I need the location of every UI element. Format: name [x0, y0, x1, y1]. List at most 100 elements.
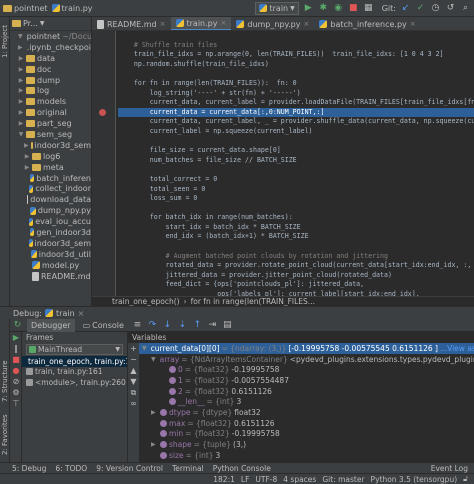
close-icon[interactable]: ×: [410, 20, 416, 28]
remove-watch-icon[interactable]: −: [128, 354, 139, 365]
debug-config-name[interactable]: train: [56, 309, 75, 318]
variable-row[interactable]: ▼ array = {NdArrayItemsContainer} <pydevd_p…: [128, 354, 474, 365]
stack-frame[interactable]: <module>, train.py:260: [22, 377, 127, 388]
variable-row[interactable]: ▶ dtype = {dtype} float32: [128, 407, 474, 418]
variable-row[interactable]: min = {float32} -0.19995758: [128, 429, 474, 440]
lock-icon[interactable]: 🔓︎: [463, 474, 468, 484]
thread-select[interactable]: MainThread ▼: [26, 344, 123, 355]
variable-row[interactable]: ▼ current_data[0][0] = {ndarray: (3,)} [-0.…: [128, 343, 474, 354]
tree-item[interactable]: README.md: [10, 271, 91, 282]
settings-icon[interactable]: ⚙: [10, 387, 22, 398]
tab-console[interactable]: ▭ Console: [79, 319, 128, 332]
tree-item[interactable]: ▼ sem_seg: [10, 129, 91, 140]
search-icon[interactable]: ⌕: [460, 3, 471, 14]
editor-tab[interactable]: train.py ×: [170, 17, 232, 30]
variable-row[interactable]: 1 = {float32} -0.0057554487: [128, 375, 474, 386]
stack-frame[interactable]: train, train.py:161: [22, 367, 127, 378]
stop-icon[interactable]: ■: [10, 354, 22, 365]
tree-item[interactable]: ▶ log6: [10, 151, 91, 162]
step-into-my-code-icon[interactable]: ⇣: [177, 320, 188, 331]
favorites-tool-tab[interactable]: 2: Favorites: [0, 412, 10, 457]
expand-arrow-icon[interactable]: ▼: [142, 345, 147, 352]
view-as-array-link[interactable]: ...View as Array: [440, 344, 474, 353]
resume-icon[interactable]: ▶: [10, 332, 22, 343]
tree-item[interactable]: ▶ dump: [10, 75, 91, 86]
tree-item[interactable]: eval_iou_accu: [10, 216, 91, 227]
event-log-button[interactable]: Event Log: [431, 464, 474, 473]
git-branch[interactable]: Git: master: [322, 475, 364, 484]
breadcrumb-project[interactable]: pointnet: [3, 4, 48, 13]
python-interpreter[interactable]: Python 3.5 (tensorgpu): [371, 475, 458, 484]
tree-item[interactable]: ▶ .ipynb_checkpoi: [10, 42, 91, 53]
copy-icon[interactable]: ⧉: [128, 387, 139, 398]
breadcrumb-function[interactable]: train_one_epoch(): [112, 297, 180, 306]
debug-icon[interactable]: ✱: [318, 3, 329, 14]
tree-item[interactable]: ▶ original: [10, 107, 91, 118]
git-commit-icon[interactable]: ✓: [415, 3, 426, 14]
file-encoding[interactable]: UTF-8: [255, 475, 277, 484]
expand-arrow-icon[interactable]: ▶: [151, 409, 158, 416]
editor-tab[interactable]: dump_npy.py ×: [231, 17, 314, 30]
editor-tab[interactable]: README.md ×: [92, 17, 171, 30]
project-panel-title[interactable]: Pr...: [23, 19, 38, 28]
tree-item[interactable]: ▶ part_seg: [10, 118, 91, 129]
tree-item[interactable]: collect_indoor: [10, 183, 91, 194]
evaluate-expression-icon[interactable]: ▤: [222, 320, 233, 331]
breadcrumb-loop[interactable]: for fn in range(len(TRAIN_FILES...: [191, 297, 315, 306]
git-history-icon[interactable]: ◷: [430, 3, 441, 14]
git-update-icon[interactable]: ↙: [400, 3, 411, 14]
tree-item[interactable]: gen_indoor3d: [10, 227, 91, 238]
pin-icon[interactable]: ⊤: [10, 398, 22, 409]
line-separator[interactable]: LF: [241, 475, 250, 484]
tree-item[interactable]: indoor3d_sem: [10, 238, 91, 249]
expand-arrow-icon[interactable]: ▶: [151, 441, 158, 448]
breakpoint-icon[interactable]: [99, 109, 106, 116]
tree-item[interactable]: batch_inferen: [10, 173, 91, 184]
mute-breakpoints-icon[interactable]: ⊘: [10, 376, 22, 387]
code-area[interactable]: # Shuffle train files train_file_idxs = …: [118, 31, 474, 306]
run-icon[interactable]: ▶: [303, 3, 314, 14]
expand-arrow-icon[interactable]: ▼: [151, 356, 156, 363]
close-icon[interactable]: ×: [220, 19, 226, 27]
coverage-icon[interactable]: ◉: [333, 3, 344, 14]
line-gutter[interactable]: [92, 31, 116, 306]
close-icon[interactable]: ×: [303, 20, 309, 28]
indent-setting[interactable]: 4 spaces: [283, 475, 316, 484]
step-over-icon[interactable]: ↷: [147, 320, 158, 331]
structure-tool-tab[interactable]: 7: Structure: [0, 357, 10, 405]
variable-row[interactable]: __len__ = {int} 3: [128, 396, 474, 407]
caret-position[interactable]: 182:1: [213, 475, 235, 484]
add-watch-icon[interactable]: +: [128, 343, 139, 354]
tree-item[interactable]: ▶ log: [10, 85, 91, 96]
variable-row[interactable]: ▶ shape = {tuple} (3,): [128, 439, 474, 450]
editor-tab[interactable]: batch_inference.py ×: [314, 17, 420, 30]
stop-icon[interactable]: ■: [348, 3, 359, 14]
code-editor[interactable]: # Shuffle train files train_file_idxs = …: [92, 31, 474, 306]
run-to-cursor-icon[interactable]: ⇥: [207, 320, 218, 331]
stack-frame[interactable]: train_one_epoch, train.py:1: [22, 356, 127, 367]
close-icon[interactable]: ×: [160, 20, 166, 28]
breadcrumb-file[interactable]: train.py: [51, 4, 93, 13]
tree-item[interactable]: ▶ data: [10, 53, 91, 64]
chevron-down-icon[interactable]: ▼: [40, 20, 45, 27]
step-into-icon[interactable]: ↓: [162, 320, 173, 331]
tree-item[interactable]: ▶ models: [10, 96, 91, 107]
variable-row[interactable]: size = {int} 3: [128, 450, 474, 461]
tree-item[interactable]: ▶ indoor3d_sem: [10, 140, 91, 151]
glasses-icon[interactable]: ∞: [128, 398, 139, 409]
move-up-icon[interactable]: ▲: [128, 365, 139, 376]
run-configuration-select[interactable]: train ▼: [255, 1, 299, 15]
git-revert-icon[interactable]: ↺: [445, 3, 456, 14]
tool-window-button[interactable]: Python Console: [213, 464, 271, 473]
tree-item[interactable]: model.py: [10, 260, 91, 271]
layout-icon[interactable]: ▦: [363, 3, 374, 14]
tree-item[interactable]: download_data: [10, 194, 91, 205]
pause-icon[interactable]: ‖: [10, 343, 22, 354]
close-icon[interactable]: ×: [78, 309, 85, 318]
move-down-icon[interactable]: ▼: [128, 376, 139, 387]
view-breakpoints-icon[interactable]: ●: [10, 365, 22, 376]
tree-item[interactable]: ▶ doc: [10, 64, 91, 75]
tool-window-button[interactable]: Terminal: [172, 464, 204, 473]
variable-row[interactable]: max = {float32} 0.6151126: [128, 418, 474, 429]
tool-window-button[interactable]: 6: TODO: [55, 464, 87, 473]
